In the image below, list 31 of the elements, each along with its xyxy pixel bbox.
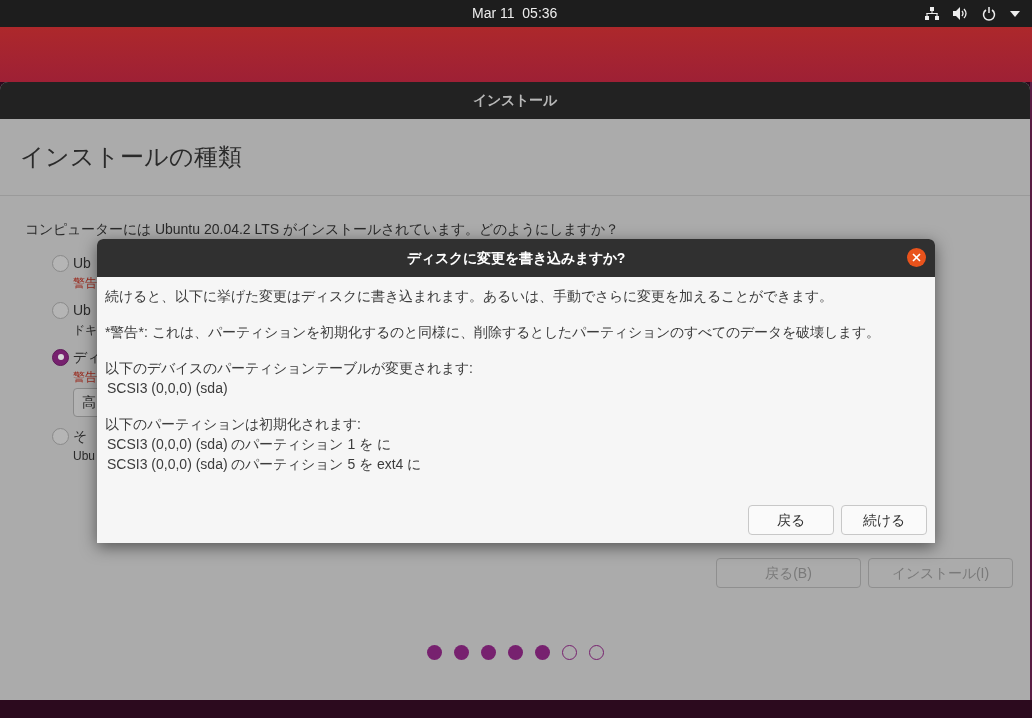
volume-icon[interactable] [953,7,968,20]
option-note: 警告 [73,275,97,291]
dialog-text: 以下のデバイスのパーティションテーブルが変更されます: [105,359,474,378]
network-icon[interactable] [925,7,939,20]
radio-button[interactable] [52,254,69,272]
window-title: インストール [473,91,557,110]
dialog-text: 続けると、以下に挙げた変更はディスクに書き込まれます。あるいは、手動でさらに変更を加えることができます。 [105,287,834,306]
close-button[interactable] [907,248,926,267]
change-item: SCSI3 (0,0,0) (sda) [106,379,229,398]
dialog-button[interactable]: 続ける [841,505,927,535]
close-icon [912,253,921,262]
power-icon[interactable] [982,6,996,21]
clock[interactable]: Mar 11 05:36 [472,3,558,24]
option-label: Ub [73,300,91,320]
change-item: SCSI3 (0,0,0) (sda) のパーティション 5 を ext4 に [106,455,423,474]
option-note: ドキ [73,322,97,338]
dialog-button[interactable]: 戻る [748,505,834,535]
dialog-title: ディスクに変更を書き込みますか? [406,248,626,268]
change-item: SCSI3 (0,0,0) (sda) のパーティション 1 を に [106,435,392,454]
dialog-text: 以下のパーティションは初期化されます: [105,415,362,434]
question-text: コンピューターには Ubuntu 20.04.2 LTS がインストールされています。どのようにしますか？ [25,220,621,239]
dialog-text: *警告*: これは、パーティションを初期化するのと同様に、削除するとしたパーティションのすべてのデータを破壊します。 [105,323,881,342]
dropdown-caret-icon[interactable] [1010,10,1020,17]
option-label: Ub [73,253,91,273]
radio-button[interactable] [52,301,69,319]
radio-button[interactable] [52,427,69,445]
page-heading: インストールの種類 [20,142,242,172]
option-note: Ubu [73,448,95,464]
option-note: 警告 [73,369,97,385]
option-label: そ [73,426,87,446]
radio-button[interactable] [52,348,69,366]
